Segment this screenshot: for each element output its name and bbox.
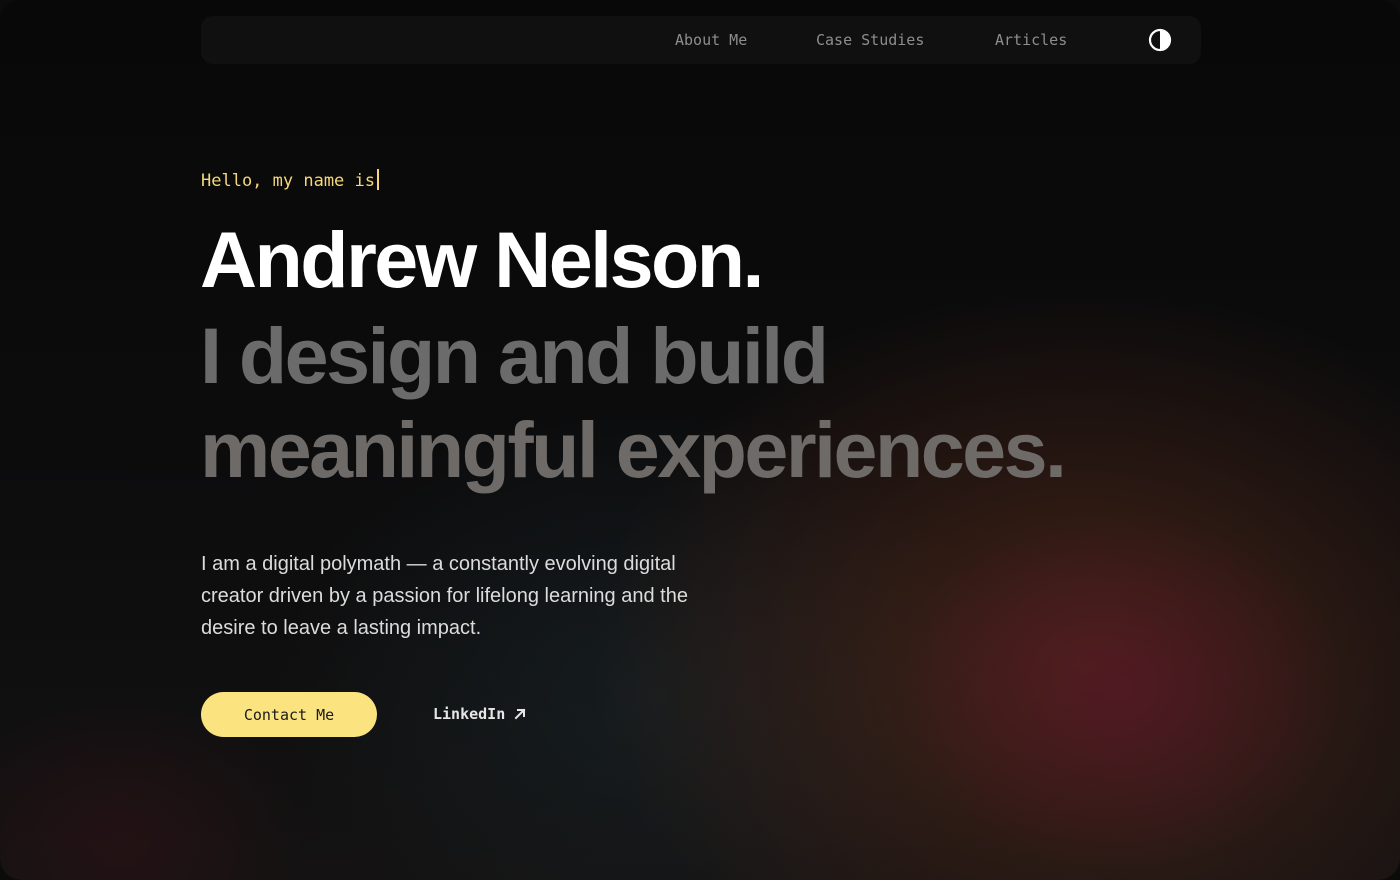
nav-link-about-me[interactable]: About Me: [675, 31, 747, 49]
intro-paragraph: I am a digital polymath — a constantly e…: [201, 553, 688, 639]
contact-me-button[interactable]: Contact Me: [201, 692, 377, 737]
greeting-label: Hello, my name is: [201, 171, 375, 191]
arrow-up-right-icon: [514, 708, 526, 720]
typing-caret: [377, 169, 379, 190]
linkedin-label: LinkedIn: [433, 705, 506, 723]
hero-tagline: I design and build meaningful experience…: [200, 309, 1067, 497]
tagline-line-1: I design and build: [200, 311, 829, 400]
contrast-icon: [1148, 28, 1172, 52]
nav-link-case-studies[interactable]: Case Studies: [816, 31, 924, 49]
portfolio-page: About Me Case Studies Articles Hello, my…: [0, 0, 1400, 880]
top-navigation: About Me Case Studies Articles: [201, 16, 1201, 64]
theme-toggle-button[interactable]: [1148, 28, 1172, 52]
nav-link-articles[interactable]: Articles: [995, 31, 1067, 49]
greeting-text: Hello, my name is: [201, 169, 379, 192]
linkedin-link[interactable]: LinkedIn: [433, 704, 527, 724]
hero-name: Andrew Nelson.: [200, 215, 764, 304]
tagline-line-2: meaningful experiences.: [200, 405, 1067, 494]
contact-me-label: Contact Me: [243, 705, 335, 724]
